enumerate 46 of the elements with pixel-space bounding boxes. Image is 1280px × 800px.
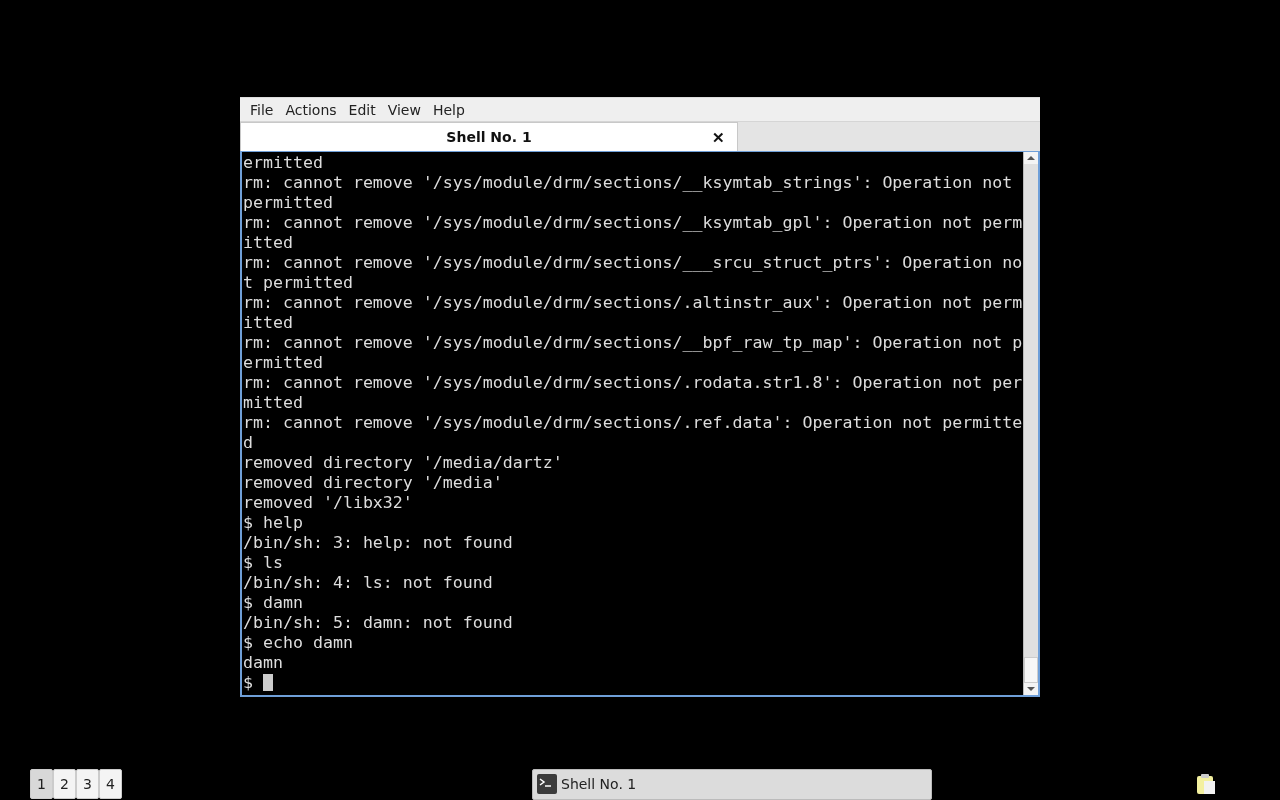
terminal-line: t permitted	[243, 273, 354, 293]
menu-item[interactable]: File	[244, 98, 280, 121]
terminal-line: removed '/libx32'	[243, 493, 414, 513]
scroll-down-icon[interactable]	[1024, 683, 1038, 695]
terminal-line: rm: cannot remove '/sys/module/drm/sections/___srcu_struct_ptrs': Operation no	[243, 253, 1023, 273]
menu-item[interactable]: View	[381, 98, 427, 121]
terminal-line: rm: cannot remove '/sys/module/drm/sections/__ksymtab_gpl': Operation not perm	[243, 213, 1023, 233]
terminal-line: damn	[243, 653, 284, 673]
menu-item[interactable]: Help	[426, 98, 471, 121]
tab-label: Shell No. 1	[446, 129, 532, 145]
terminal-line: removed directory '/media'	[243, 473, 504, 493]
workspace-button[interactable]: 2	[53, 769, 76, 799]
terminal-line: /bin/sh: 4: ls: not found	[243, 573, 494, 593]
terminal-line: $ help	[243, 513, 304, 533]
workspace-button[interactable]: 1	[30, 769, 53, 799]
terminal-line: removed directory '/media/dartz'	[243, 453, 564, 473]
terminal-line: rm: cannot remove '/sys/module/drm/sections/__ksymtab_strings': Operation not	[243, 173, 1014, 193]
workspace-button[interactable]: 3	[76, 769, 99, 799]
terminal-line: mitted	[243, 393, 304, 413]
scrollbar[interactable]	[1023, 152, 1038, 695]
terminal-line: $ damn	[243, 593, 304, 613]
taskbar-task[interactable]: Shell No. 1	[532, 768, 932, 800]
terminal-line: itted	[243, 313, 294, 333]
terminal-line: ermitted	[243, 153, 324, 173]
terminal-line: ermitted	[243, 353, 324, 373]
terminal-icon	[537, 774, 557, 794]
terminal-line: permitted	[243, 193, 334, 213]
text-cursor	[263, 674, 273, 691]
terminal-line: rm: cannot remove '/sys/module/drm/sections/.rodata.str1.8': Operation not per	[243, 373, 1023, 393]
scroll-up-icon[interactable]	[1024, 152, 1038, 164]
terminal-line: $ echo damn	[243, 633, 354, 653]
terminal-line: itted	[243, 233, 294, 253]
terminal-line: /bin/sh: 5: damn: not found	[243, 613, 514, 633]
clipboard-icon[interactable]	[1196, 773, 1216, 795]
menu-item[interactable]: Edit	[342, 98, 382, 121]
terminal-line: rm: cannot remove '/sys/module/drm/sections/__bpf_raw_tp_map': Operation not p	[243, 333, 1023, 353]
terminal-line: rm: cannot remove '/sys/module/drm/sections/.altinstr_aux': Operation not perm	[243, 293, 1023, 313]
workspace-button[interactable]: 4	[99, 769, 122, 799]
menu-item[interactable]: Actions	[279, 98, 343, 121]
shell-prompt: $	[243, 673, 253, 692]
tab[interactable]: Shell No. 1 ✕	[240, 122, 738, 151]
terminal-line: rm: cannot remove '/sys/module/drm/sections/.ref.data': Operation not permitte	[243, 413, 1023, 433]
terminal-line: $ ls	[243, 553, 284, 573]
scrollbar-thumb[interactable]	[1024, 657, 1038, 683]
terminal-line: /bin/sh: 3: help: not found	[243, 533, 514, 553]
terminal-line: d	[243, 433, 254, 453]
